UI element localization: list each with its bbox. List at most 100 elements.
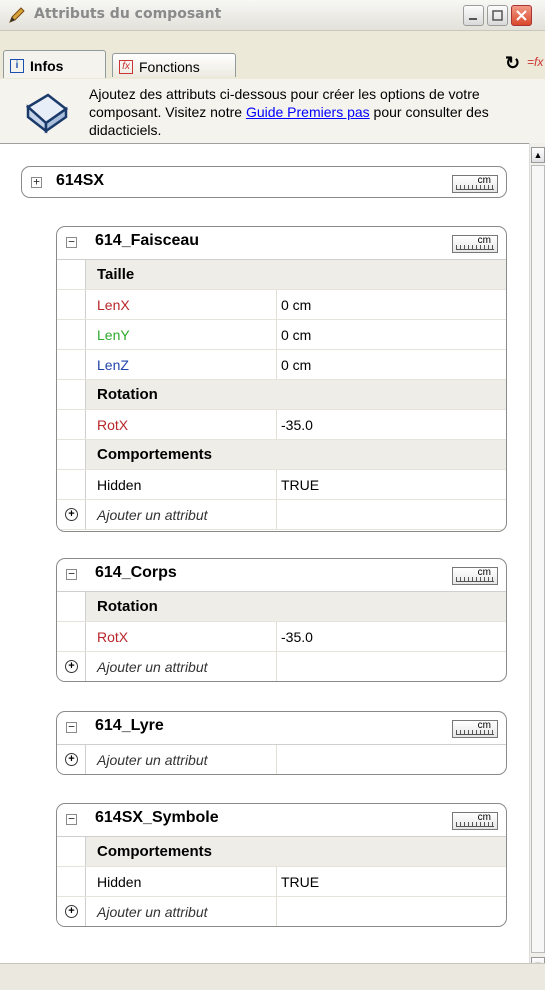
add-icon[interactable]: + [65, 753, 78, 766]
column-divider [276, 410, 277, 439]
column-divider [276, 652, 277, 681]
row-gutter [57, 867, 86, 896]
attribute-row[interactable]: Hidden TRUE [57, 867, 506, 897]
column-divider [276, 470, 277, 499]
attribute-name: Hidden [97, 477, 142, 493]
component-name: 614SX_Symbole [95, 809, 219, 826]
component-card-corps: − 614_Corps cm Rotation RotX -35.0 + Ajout… [56, 558, 507, 682]
attribute-value[interactable]: -35.0 [281, 417, 313, 433]
section-label: Taille [97, 266, 135, 283]
component-name: 614_Corps [95, 564, 177, 581]
collapse-icon[interactable]: − [66, 813, 77, 825]
collapse-icon[interactable]: − [66, 236, 77, 248]
card-header: + 614SX cm [22, 167, 506, 197]
attribute-name: LenX [97, 297, 130, 313]
component-name: 614_Lyre [95, 717, 164, 734]
collapse-icon[interactable]: − [66, 568, 77, 580]
row-gutter [57, 320, 86, 349]
column-divider [276, 867, 277, 896]
info-icon: i [10, 59, 24, 73]
attribute-name: RotX [97, 417, 129, 433]
section-header: Taille [57, 260, 506, 290]
attribute-grid: Comportements Hidden TRUE + Ajouter un att… [57, 836, 506, 926]
add-attribute-row[interactable]: + Ajouter un attribut [57, 897, 506, 926]
info-banner: Ajoutez des attributs ci-dessous pour cr… [0, 79, 545, 143]
attribute-grid: + Ajouter un attribut [57, 744, 506, 774]
unit-ruler-icon[interactable]: cm [452, 175, 498, 193]
minimize-button[interactable] [463, 5, 484, 26]
card-header: − 614_Faisceau cm [57, 227, 506, 259]
attribute-value[interactable]: 0 cm [281, 297, 311, 313]
maximize-button[interactable] [487, 5, 508, 26]
component-card-614sx: + 614SX cm [21, 166, 507, 198]
section-header: Rotation [57, 380, 506, 410]
expand-icon[interactable]: + [31, 176, 42, 188]
row-gutter [57, 622, 86, 651]
attribute-grid: Rotation RotX -35.0 + Ajouter un attribut [57, 591, 506, 681]
add-attribute-row[interactable]: + Ajouter un attribut [57, 500, 506, 530]
attribute-value[interactable]: TRUE [281, 477, 319, 493]
attribute-name: LenY [97, 327, 130, 343]
card-header: − 614SX_Symbole cm [57, 804, 506, 836]
attribute-row[interactable]: Hidden TRUE [57, 470, 506, 500]
attribute-row[interactable]: RotX -35.0 [57, 410, 506, 440]
attribute-row[interactable]: LenY 0 cm [57, 320, 506, 350]
attribute-name: Hidden [97, 874, 142, 890]
tab-infos-label: Infos [30, 58, 64, 74]
component-card-lyre: − 614_Lyre cm + Ajouter un attribut [56, 711, 507, 775]
info-text: Ajoutez des attributs ci-dessous pour cr… [89, 85, 529, 139]
add-attribute-label[interactable]: Ajouter un attribut [97, 659, 208, 675]
add-attribute-row[interactable]: + Ajouter un attribut [57, 652, 506, 681]
add-attribute-label[interactable]: Ajouter un attribut [97, 507, 208, 523]
add-attribute-label[interactable]: Ajouter un attribut [97, 904, 208, 920]
close-button[interactable] [511, 5, 532, 26]
component-card-symbole: − 614SX_Symbole cm Comportements Hidden T… [56, 803, 507, 927]
add-attribute-label[interactable]: Ajouter un attribut [97, 752, 208, 768]
card-header: − 614_Lyre cm [57, 712, 506, 744]
function-icon: fx [119, 60, 133, 74]
row-gutter [57, 350, 86, 379]
unit-ruler-icon[interactable]: cm [452, 720, 498, 738]
column-divider [276, 622, 277, 651]
tab-fonctions-label: Fonctions [139, 59, 200, 75]
row-gutter [57, 592, 86, 621]
add-icon[interactable]: + [65, 508, 78, 521]
row-gutter [57, 410, 86, 439]
formula-icon[interactable]: =fx [527, 55, 543, 69]
unit-ruler-icon[interactable]: cm [452, 567, 498, 585]
attribute-row[interactable]: LenX 0 cm [57, 290, 506, 320]
guide-link[interactable]: Guide Premiers pas [246, 104, 370, 120]
tab-fonctions[interactable]: fx Fonctions [112, 53, 236, 77]
column-divider [276, 350, 277, 379]
tab-infos[interactable]: i Infos [3, 50, 106, 78]
add-icon[interactable]: + [65, 660, 78, 673]
attribute-row[interactable]: RotX -35.0 [57, 622, 506, 652]
unit-ruler-icon[interactable]: cm [452, 235, 498, 253]
column-divider [276, 500, 277, 529]
attribute-value[interactable]: 0 cm [281, 357, 311, 373]
refresh-icon[interactable]: ↻ [505, 53, 520, 74]
title-bar: Attributs du composant [0, 0, 545, 31]
section-label: Comportements [97, 446, 213, 463]
section-header: Rotation [57, 592, 506, 622]
add-icon[interactable]: + [65, 905, 78, 918]
section-label: Rotation [97, 598, 158, 615]
attribute-row[interactable]: LenZ 0 cm [57, 350, 506, 380]
unit-ruler-icon[interactable]: cm [452, 812, 498, 830]
scroll-thumb[interactable] [531, 165, 545, 953]
attribute-name: RotX [97, 629, 129, 645]
component-cube-icon [25, 93, 69, 134]
attribute-value[interactable]: -35.0 [281, 629, 313, 645]
attribute-name: LenZ [97, 357, 129, 373]
vertical-scrollbar[interactable]: ▲ ▼ [529, 143, 545, 973]
section-header: Comportements [57, 837, 506, 867]
section-label: Comportements [97, 843, 213, 860]
attribute-value[interactable]: TRUE [281, 874, 319, 890]
attribute-value[interactable]: 0 cm [281, 327, 311, 343]
add-attribute-row[interactable]: + Ajouter un attribut [57, 745, 506, 774]
row-gutter [57, 290, 86, 319]
section-header: Comportements [57, 440, 506, 470]
scroll-up-icon[interactable]: ▲ [531, 147, 545, 163]
collapse-icon[interactable]: − [66, 721, 77, 733]
section-label: Rotation [97, 386, 158, 403]
